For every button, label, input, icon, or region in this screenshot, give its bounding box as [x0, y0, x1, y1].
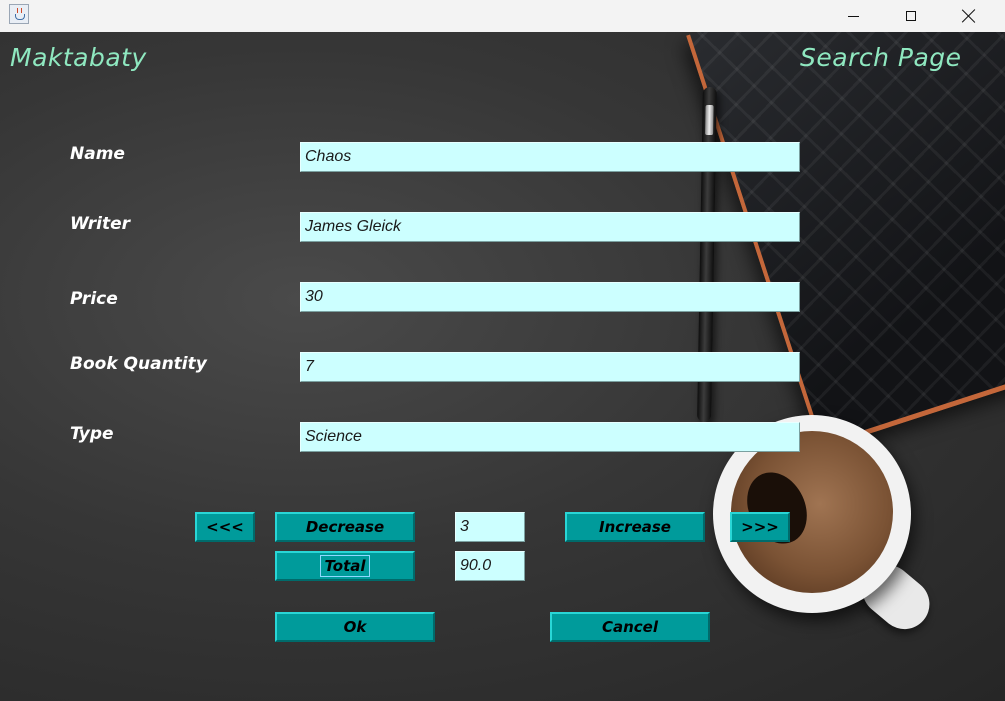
- close-button[interactable]: [940, 0, 998, 32]
- ok-button[interactable]: Ok: [275, 612, 435, 642]
- increase-button[interactable]: Increase: [565, 512, 705, 542]
- minimize-button[interactable]: [824, 0, 882, 32]
- total-button[interactable]: Total: [275, 551, 415, 581]
- type-input[interactable]: [300, 422, 800, 452]
- previous-button[interactable]: <<<: [195, 512, 255, 542]
- book-quantity-input[interactable]: [300, 352, 800, 382]
- name-input[interactable]: [300, 142, 800, 172]
- maximize-icon: [906, 11, 916, 21]
- maximize-button[interactable]: [882, 0, 940, 32]
- next-button[interactable]: >>>: [730, 512, 790, 542]
- price-label: Price: [70, 289, 118, 309]
- app-title: Maktabaty: [10, 43, 147, 72]
- count-input[interactable]: [455, 512, 525, 542]
- type-label: Type: [70, 424, 114, 444]
- decrease-button[interactable]: Decrease: [275, 512, 415, 542]
- app-window: Maktabaty Search Page Name Writer Price …: [0, 0, 1005, 701]
- title-bar[interactable]: [0, 0, 1005, 32]
- cancel-button[interactable]: Cancel: [550, 612, 710, 642]
- minimize-icon: [847, 15, 859, 17]
- page-title: Search Page: [800, 43, 962, 72]
- book-quantity-label: Book Quantity: [70, 354, 207, 374]
- close-icon: [962, 9, 976, 23]
- total-button-label: Total: [320, 555, 370, 577]
- name-label: Name: [70, 144, 125, 164]
- writer-label: Writer: [70, 214, 131, 234]
- writer-input[interactable]: [300, 212, 800, 242]
- total-input[interactable]: [455, 551, 525, 581]
- price-input[interactable]: [300, 282, 800, 312]
- java-coffee-cup-icon: [9, 4, 29, 24]
